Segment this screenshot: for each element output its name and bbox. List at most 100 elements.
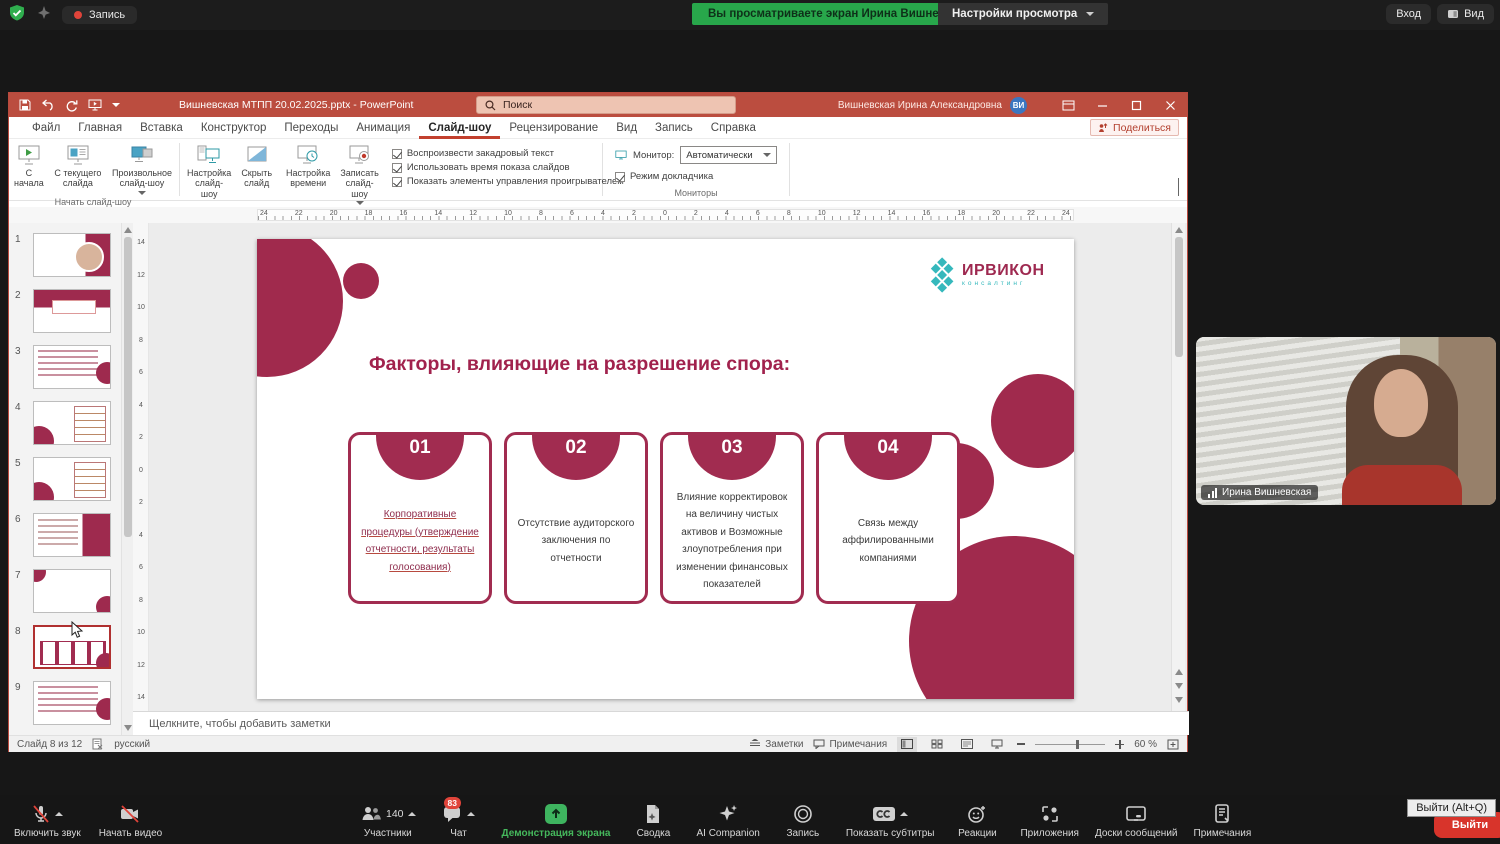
thumbnail-row[interactable]: 6: [15, 513, 121, 559]
view-button[interactable]: Вид: [1437, 4, 1494, 24]
show-media-controls-checkbox[interactable]: Показать элементы управления проигрывате…: [392, 176, 624, 187]
slide-1-thumbnail[interactable]: [33, 233, 111, 277]
setup-slideshow-button[interactable]: Настройка слайд-шоу: [182, 142, 236, 201]
tab-design[interactable]: Конструктор: [192, 117, 276, 139]
scroll-up-icon[interactable]: [1175, 227, 1183, 233]
slide-9-thumbnail[interactable]: [33, 681, 111, 725]
whiteboards-button[interactable]: Доски сообщений: [1095, 803, 1178, 839]
slide-7-thumbnail[interactable]: [33, 569, 111, 613]
share-screen-button[interactable]: Демонстрация экрана: [502, 803, 611, 839]
collapse-ribbon-button[interactable]: [1178, 179, 1179, 197]
from-beginning-button[interactable]: С начала: [9, 142, 49, 191]
participants-options-caret[interactable]: [408, 812, 416, 816]
maximize-button[interactable]: [1119, 93, 1153, 117]
captions-options-caret[interactable]: [900, 812, 908, 816]
fit-to-window-icon[interactable]: [1167, 739, 1179, 750]
tab-help[interactable]: Справка: [702, 117, 765, 139]
thumbnail-row[interactable]: 3: [15, 345, 121, 391]
use-timings-checkbox[interactable]: Использовать время показа слайдов: [392, 162, 624, 173]
monitor-select[interactable]: Автоматически: [680, 146, 777, 164]
participant-video[interactable]: Ирина Вишневская: [1196, 337, 1496, 505]
tab-slideshow[interactable]: Слайд-шоу: [419, 117, 500, 139]
annotations-button[interactable]: Примечания: [1194, 803, 1252, 839]
scroll-down-icon[interactable]: [1175, 697, 1183, 703]
tab-file[interactable]: Файл: [23, 117, 69, 139]
zoom-slider[interactable]: [1035, 744, 1105, 745]
scrollbar-thumb[interactable]: [1175, 237, 1183, 357]
slide-2-thumbnail[interactable]: [33, 289, 111, 333]
thumbnail-row[interactable]: 9: [15, 681, 121, 727]
slide-5-thumbnail[interactable]: [33, 457, 111, 501]
tab-transitions[interactable]: Переходы: [275, 117, 347, 139]
slide-counter[interactable]: Слайд 8 из 12: [17, 739, 82, 750]
next-slide-button[interactable]: [1175, 683, 1183, 689]
factor-card-02[interactable]: 02 Отсутствие аудиторского заключения по…: [504, 432, 648, 604]
thumbnail-scrollbar[interactable]: [121, 223, 133, 735]
tab-home[interactable]: Главная: [69, 117, 131, 139]
slide-3-thumbnail[interactable]: [33, 345, 111, 389]
reactions-button[interactable]: Реакции: [950, 803, 1004, 839]
presenter-view-checkbox[interactable]: Режим докладчика: [615, 171, 777, 182]
factor-card-01[interactable]: 01 Корпоративные процедуры (утверждение …: [348, 432, 492, 604]
qat-customize-icon[interactable]: [112, 103, 120, 107]
slideshow-view-button[interactable]: [987, 737, 1007, 752]
record-slideshow-button[interactable]: Записать слайд-шоу: [335, 142, 383, 207]
notes-pane[interactable]: Щелкните, чтобы добавить заметки: [133, 711, 1189, 735]
zoom-level[interactable]: 60 %: [1134, 739, 1157, 750]
horizontal-ruler[interactable]: 2422201816141210864202468101214161820222…: [9, 207, 1187, 223]
search-input[interactable]: Поиск: [476, 96, 736, 114]
normal-view-button[interactable]: [897, 737, 917, 752]
login-button[interactable]: Вход: [1386, 4, 1431, 24]
factor-card-04[interactable]: 04 Связь между аффилированными компаниям…: [816, 432, 960, 604]
comments-toggle[interactable]: Примечания: [813, 739, 887, 750]
tab-animations[interactable]: Анимация: [347, 117, 419, 139]
hide-slide-button[interactable]: Скрыть слайд: [236, 142, 277, 191]
rehearse-timings-button[interactable]: Настройка времени: [281, 142, 335, 191]
avatar[interactable]: ВИ: [1010, 97, 1027, 114]
thumbnail-row[interactable]: 2: [15, 289, 121, 335]
slide-8[interactable]: ИРВИКОН консалтинг Факторы, влияющие на …: [257, 239, 1074, 699]
thumbnail-row[interactable]: 5: [15, 457, 121, 503]
custom-slideshow-button[interactable]: Произвольное слайд-шоу: [107, 142, 177, 197]
captions-button[interactable]: Показать субтитры: [846, 803, 935, 839]
ai-companion-button[interactable]: AI Companion: [696, 803, 759, 839]
thumbnail-row[interactable]: 1: [15, 233, 121, 279]
share-button[interactable]: Поделиться: [1090, 119, 1179, 136]
ai-sparkle-icon[interactable]: [36, 5, 52, 26]
account-name[interactable]: Вишневская Ирина Александровна: [838, 100, 1002, 111]
zoom-slider-thumb[interactable]: [1076, 740, 1079, 749]
previous-slide-button[interactable]: [1175, 669, 1183, 675]
record-button[interactable]: Запись: [776, 803, 830, 839]
participants-button[interactable]: 140 Участники: [360, 803, 416, 839]
factor-card-03[interactable]: 03 Влияние корректировок на величину чис…: [660, 432, 804, 604]
security-shield-icon[interactable]: [8, 4, 26, 27]
zoom-out-button[interactable]: [1017, 743, 1025, 745]
canvas-scrollbar[interactable]: [1171, 223, 1185, 711]
start-video-button[interactable]: Начать видео: [99, 803, 163, 839]
unmute-button[interactable]: Включить звук: [14, 803, 81, 839]
tab-record[interactable]: Запись: [646, 117, 702, 139]
scroll-up-icon[interactable]: [124, 227, 132, 233]
slide-4-thumbnail[interactable]: [33, 401, 111, 445]
chat-options-caret[interactable]: [467, 812, 475, 816]
recording-indicator[interactable]: Запись: [62, 6, 137, 24]
audio-options-caret[interactable]: [55, 812, 63, 816]
slide-sorter-view-button[interactable]: [927, 737, 947, 752]
summary-button[interactable]: Сводка: [626, 803, 680, 839]
thumbnail-row[interactable]: 4: [15, 401, 121, 447]
from-current-slide-button[interactable]: С текущего слайда: [49, 142, 107, 191]
language-indicator[interactable]: русский: [114, 739, 150, 750]
tab-review[interactable]: Рецензирование: [500, 117, 607, 139]
play-narrations-checkbox[interactable]: Воспроизвести закадровый текст: [392, 148, 624, 159]
slideshow-icon[interactable]: [88, 99, 102, 111]
scrollbar-thumb[interactable]: [124, 237, 132, 537]
zoom-in-button[interactable]: [1115, 740, 1124, 749]
save-icon[interactable]: [19, 99, 31, 111]
thumbnail-row[interactable]: 8: [15, 625, 121, 671]
redo-icon[interactable]: [65, 99, 78, 112]
vertical-ruler[interactable]: 141210864202468101214: [133, 223, 149, 711]
reading-view-button[interactable]: [957, 737, 977, 752]
slide-6-thumbnail[interactable]: [33, 513, 111, 557]
scroll-down-icon[interactable]: [124, 725, 132, 731]
tab-insert[interactable]: Вставка: [131, 117, 192, 139]
